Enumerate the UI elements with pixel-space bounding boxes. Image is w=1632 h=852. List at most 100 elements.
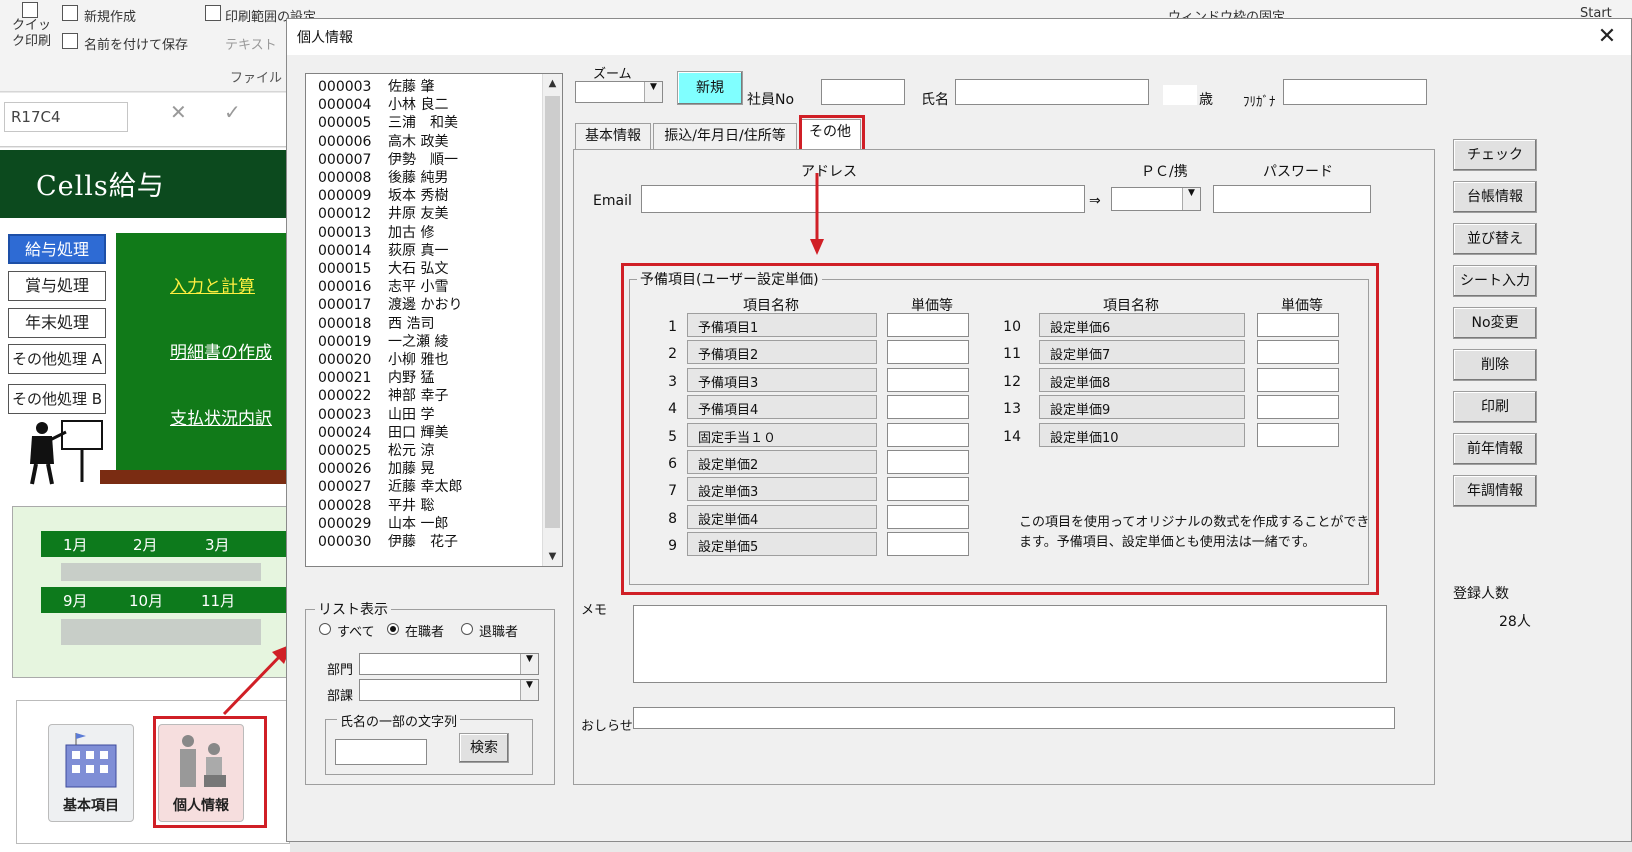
chevron-down-icon[interactable]: ▼ <box>520 680 538 700</box>
reserve-unit-price-input[interactable] <box>887 313 969 337</box>
cancel-icon[interactable]: ✕ <box>170 100 210 130</box>
chevron-down-icon[interactable]: ▼ <box>1182 188 1200 210</box>
save-as-button[interactable]: 名前を付けて保存 <box>84 34 188 53</box>
link-payment[interactable]: 支払状況内訳 <box>170 404 272 429</box>
employee-list-item[interactable]: 000015 大石 弘文 <box>318 258 448 278</box>
employee-list-item[interactable]: 000026 加藤 晃 <box>318 458 434 478</box>
no-change-button[interactable]: No変更 <box>1453 307 1537 339</box>
employee-list-item[interactable]: 000014 荻原 真一 <box>318 240 448 260</box>
print-button[interactable]: 印刷 <box>1453 391 1537 423</box>
employee-list-item[interactable]: 000027 近藤 幸太郎 <box>318 476 462 496</box>
scroll-thumb[interactable] <box>545 96 560 528</box>
reserve-unit-price-input[interactable] <box>1257 367 1339 392</box>
chevron-down-icon[interactable]: ▼ <box>520 654 538 674</box>
name-box[interactable]: R17C4 <box>4 102 128 132</box>
reserve-item-name[interactable]: 設定単価4 <box>687 504 877 529</box>
reserve-unit-price-input[interactable] <box>887 504 969 529</box>
dept-select[interactable]: ▼ <box>359 653 539 675</box>
employee-list-item[interactable]: 000018 西 浩司 <box>318 313 434 333</box>
tab-transfer-address[interactable]: 振込/年月日/住所等 <box>653 123 797 149</box>
memo-textarea[interactable] <box>633 605 1387 683</box>
employee-list-item[interactable]: 000025 松元 涼 <box>318 440 434 460</box>
employee-list-item[interactable]: 000030 伊藤 花子 <box>318 531 458 551</box>
menu-other-a[interactable]: その他処理 A <box>8 344 106 374</box>
employee-list-item[interactable]: 000006 高木 政美 <box>318 131 448 151</box>
reserve-unit-price-input[interactable] <box>1257 395 1339 420</box>
close-icon[interactable]: ✕ <box>1587 23 1627 51</box>
employee-list-item[interactable]: 000020 小柳 雅也 <box>318 349 448 369</box>
password-input[interactable] <box>1213 185 1371 213</box>
menu-salary[interactable]: 給与処理 <box>8 234 106 264</box>
check-button[interactable]: チェック <box>1453 139 1537 171</box>
name-input[interactable] <box>955 79 1149 105</box>
employee-list-item[interactable]: 000003 佐藤 肇 <box>318 76 434 96</box>
tab-basic-info[interactable]: 基本情報 <box>575 123 651 149</box>
reserve-item-name[interactable]: 固定手当１０ <box>687 422 877 447</box>
quick-print-icon[interactable] <box>22 2 38 18</box>
menu-bonus[interactable]: 賞与処理 <box>8 271 106 301</box>
employee-list-item[interactable]: 000009 坂本 秀樹 <box>318 185 448 205</box>
reserve-item-name[interactable]: 設定単価3 <box>687 477 877 502</box>
reserve-item-name[interactable]: 設定単価8 <box>1039 367 1245 392</box>
reserve-unit-price-input[interactable] <box>1257 313 1339 337</box>
radio-retired[interactable] <box>461 623 473 635</box>
zoom-select[interactable]: ▼ <box>575 81 663 103</box>
employee-list-item[interactable]: 000019 一之瀬 綾 <box>318 331 448 351</box>
reserve-unit-price-input[interactable] <box>887 395 969 420</box>
list-scrollbar[interactable]: ▲ ▼ <box>542 74 562 566</box>
text-button[interactable]: テキスト <box>225 34 277 53</box>
reserve-item-name[interactable]: 予備項目4 <box>687 395 877 420</box>
name-search-input[interactable] <box>335 739 427 765</box>
employee-list-item[interactable]: 000004 小林 良二 <box>318 94 448 114</box>
confirm-icon[interactable]: ✓ <box>224 100 264 130</box>
employee-list-item[interactable]: 000021 内野 猛 <box>318 367 434 387</box>
employee-list-item[interactable]: 000029 山本 一郎 <box>318 513 448 533</box>
employee-list-item[interactable]: 000012 井原 友美 <box>318 203 448 223</box>
basic-items-button[interactable]: 基本項目 <box>48 724 134 822</box>
reserve-item-name[interactable]: 設定単価7 <box>1039 340 1245 365</box>
reserve-item-name[interactable]: 設定単価10 <box>1039 422 1245 447</box>
employee-list-item[interactable]: 000028 平井 聡 <box>318 495 434 515</box>
email-input[interactable] <box>641 185 1085 213</box>
new-button[interactable]: 新規 <box>677 71 743 105</box>
employee-list-item[interactable]: 000023 山田 学 <box>318 404 434 424</box>
employee-list-item[interactable]: 000024 田口 輝美 <box>318 422 448 442</box>
reserve-unit-price-input[interactable] <box>1257 422 1339 447</box>
employee-list-item[interactable]: 000007 伊勢 順一 <box>318 149 458 169</box>
chevron-down-icon[interactable]: ▼ <box>644 82 662 102</box>
reserve-unit-price-input[interactable] <box>887 367 969 392</box>
menu-year-end[interactable]: 年末処理 <box>8 308 106 338</box>
year-adjust-button[interactable]: 年調情報 <box>1453 475 1537 507</box>
sheet-input-button[interactable]: シート入力 <box>1453 265 1537 297</box>
link-input-calc[interactable]: 入力と計算 <box>170 272 255 297</box>
employee-list-item[interactable]: 000008 後藤 純男 <box>318 167 448 187</box>
reserve-item-name[interactable]: 設定単価6 <box>1039 313 1245 337</box>
ledger-button[interactable]: 台帳情報 <box>1453 181 1537 213</box>
reserve-item-name[interactable]: 設定単価2 <box>687 450 877 474</box>
search-button[interactable]: 検索 <box>459 733 509 763</box>
employee-list-item[interactable]: 000022 神部 幸子 <box>318 385 448 405</box>
employee-list-item[interactable]: 000013 加古 修 <box>318 222 434 242</box>
delete-button[interactable]: 削除 <box>1453 349 1537 381</box>
notice-input[interactable] <box>633 707 1395 729</box>
furigana-input[interactable] <box>1283 79 1427 105</box>
reserve-unit-price-input[interactable] <box>887 532 969 557</box>
section-select[interactable]: ▼ <box>359 679 539 701</box>
reserve-unit-price-input[interactable] <box>887 477 969 502</box>
reserve-unit-price-input[interactable] <box>1257 340 1339 365</box>
reserve-unit-price-input[interactable] <box>887 340 969 365</box>
menu-other-b[interactable]: その他処理 B <box>8 384 106 414</box>
prev-year-button[interactable]: 前年情報 <box>1453 433 1537 465</box>
quick-print-button[interactable]: クイック印刷 <box>12 18 54 50</box>
radio-active[interactable] <box>387 623 399 635</box>
sort-button[interactable]: 並び替え <box>1453 223 1537 255</box>
scroll-up-icon[interactable]: ▲ <box>543 74 562 93</box>
employee-list-item[interactable]: 000017 渡邊 かおり <box>318 294 462 314</box>
scroll-down-icon[interactable]: ▼ <box>543 547 562 566</box>
reserve-unit-price-input[interactable] <box>887 450 969 474</box>
employee-no-input[interactable] <box>821 79 905 105</box>
reserve-item-name[interactable]: 予備項目3 <box>687 367 877 392</box>
new-create-button[interactable]: 新規作成 <box>84 6 136 25</box>
reserve-item-name[interactable]: 予備項目2 <box>687 340 877 365</box>
reserve-unit-price-input[interactable] <box>887 422 969 447</box>
